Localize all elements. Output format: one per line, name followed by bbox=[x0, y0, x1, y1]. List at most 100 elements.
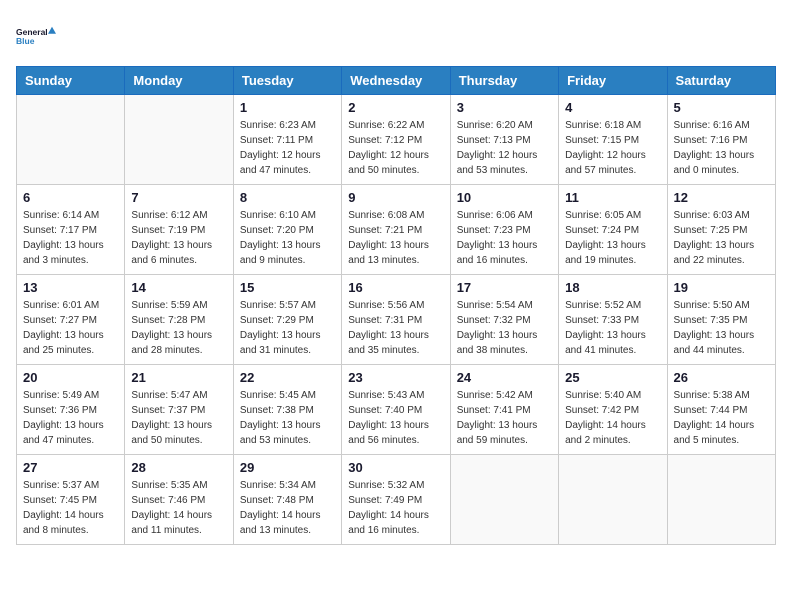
logo-svg: General Blue bbox=[16, 16, 56, 56]
day-number: 21 bbox=[131, 370, 226, 385]
weekday-header: Wednesday bbox=[342, 67, 450, 95]
day-info: Sunrise: 5:47 AMSunset: 7:37 PMDaylight:… bbox=[131, 390, 212, 446]
day-number: 11 bbox=[565, 190, 660, 205]
calendar-cell: 11 Sunrise: 6:05 AMSunset: 7:24 PMDaylig… bbox=[559, 185, 667, 275]
calendar-cell: 17 Sunrise: 5:54 AMSunset: 7:32 PMDaylig… bbox=[450, 275, 558, 365]
day-number: 17 bbox=[457, 280, 552, 295]
day-number: 30 bbox=[348, 460, 443, 475]
day-info: Sunrise: 6:03 AMSunset: 7:25 PMDaylight:… bbox=[674, 210, 755, 266]
day-info: Sunrise: 5:35 AMSunset: 7:46 PMDaylight:… bbox=[131, 480, 212, 536]
calendar-cell bbox=[125, 95, 233, 185]
calendar-cell: 4 Sunrise: 6:18 AMSunset: 7:15 PMDayligh… bbox=[559, 95, 667, 185]
day-number: 13 bbox=[23, 280, 118, 295]
weekday-header: Sunday bbox=[17, 67, 125, 95]
day-number: 22 bbox=[240, 370, 335, 385]
svg-text:Blue: Blue bbox=[16, 36, 35, 46]
calendar-cell: 19 Sunrise: 5:50 AMSunset: 7:35 PMDaylig… bbox=[667, 275, 775, 365]
day-number: 18 bbox=[565, 280, 660, 295]
day-number: 14 bbox=[131, 280, 226, 295]
calendar-cell: 5 Sunrise: 6:16 AMSunset: 7:16 PMDayligh… bbox=[667, 95, 775, 185]
day-info: Sunrise: 5:38 AMSunset: 7:44 PMDaylight:… bbox=[674, 390, 755, 446]
day-number: 19 bbox=[674, 280, 769, 295]
calendar-cell: 3 Sunrise: 6:20 AMSunset: 7:13 PMDayligh… bbox=[450, 95, 558, 185]
day-number: 3 bbox=[457, 100, 552, 115]
day-info: Sunrise: 5:56 AMSunset: 7:31 PMDaylight:… bbox=[348, 300, 429, 356]
calendar-cell: 24 Sunrise: 5:42 AMSunset: 7:41 PMDaylig… bbox=[450, 365, 558, 455]
day-info: Sunrise: 5:37 AMSunset: 7:45 PMDaylight:… bbox=[23, 480, 104, 536]
day-number: 1 bbox=[240, 100, 335, 115]
day-info: Sunrise: 5:52 AMSunset: 7:33 PMDaylight:… bbox=[565, 300, 646, 356]
day-number: 4 bbox=[565, 100, 660, 115]
day-number: 8 bbox=[240, 190, 335, 205]
calendar-cell: 21 Sunrise: 5:47 AMSunset: 7:37 PMDaylig… bbox=[125, 365, 233, 455]
day-number: 12 bbox=[674, 190, 769, 205]
day-info: Sunrise: 6:23 AMSunset: 7:11 PMDaylight:… bbox=[240, 120, 321, 176]
calendar-week-row: 6 Sunrise: 6:14 AMSunset: 7:17 PMDayligh… bbox=[17, 185, 776, 275]
calendar-cell: 29 Sunrise: 5:34 AMSunset: 7:48 PMDaylig… bbox=[233, 455, 341, 545]
calendar-cell: 9 Sunrise: 6:08 AMSunset: 7:21 PMDayligh… bbox=[342, 185, 450, 275]
calendar-cell: 12 Sunrise: 6:03 AMSunset: 7:25 PMDaylig… bbox=[667, 185, 775, 275]
weekday-header: Thursday bbox=[450, 67, 558, 95]
day-number: 5 bbox=[674, 100, 769, 115]
day-info: Sunrise: 6:20 AMSunset: 7:13 PMDaylight:… bbox=[457, 120, 538, 176]
calendar-cell: 14 Sunrise: 5:59 AMSunset: 7:28 PMDaylig… bbox=[125, 275, 233, 365]
calendar-cell: 10 Sunrise: 6:06 AMSunset: 7:23 PMDaylig… bbox=[450, 185, 558, 275]
calendar-cell: 27 Sunrise: 5:37 AMSunset: 7:45 PMDaylig… bbox=[17, 455, 125, 545]
calendar-cell: 22 Sunrise: 5:45 AMSunset: 7:38 PMDaylig… bbox=[233, 365, 341, 455]
day-info: Sunrise: 5:32 AMSunset: 7:49 PMDaylight:… bbox=[348, 480, 429, 536]
calendar-cell: 30 Sunrise: 5:32 AMSunset: 7:49 PMDaylig… bbox=[342, 455, 450, 545]
day-info: Sunrise: 5:50 AMSunset: 7:35 PMDaylight:… bbox=[674, 300, 755, 356]
calendar-cell bbox=[17, 95, 125, 185]
day-info: Sunrise: 6:06 AMSunset: 7:23 PMDaylight:… bbox=[457, 210, 538, 266]
day-number: 20 bbox=[23, 370, 118, 385]
logo: General Blue bbox=[16, 16, 56, 56]
svg-text:General: General bbox=[16, 27, 48, 37]
day-number: 9 bbox=[348, 190, 443, 205]
weekday-header-row: SundayMondayTuesdayWednesdayThursdayFrid… bbox=[17, 67, 776, 95]
calendar-cell bbox=[667, 455, 775, 545]
day-info: Sunrise: 5:42 AMSunset: 7:41 PMDaylight:… bbox=[457, 390, 538, 446]
day-info: Sunrise: 5:54 AMSunset: 7:32 PMDaylight:… bbox=[457, 300, 538, 356]
day-number: 2 bbox=[348, 100, 443, 115]
day-number: 16 bbox=[348, 280, 443, 295]
day-number: 27 bbox=[23, 460, 118, 475]
day-info: Sunrise: 5:59 AMSunset: 7:28 PMDaylight:… bbox=[131, 300, 212, 356]
calendar-week-row: 13 Sunrise: 6:01 AMSunset: 7:27 PMDaylig… bbox=[17, 275, 776, 365]
weekday-header: Tuesday bbox=[233, 67, 341, 95]
day-info: Sunrise: 5:49 AMSunset: 7:36 PMDaylight:… bbox=[23, 390, 104, 446]
calendar-week-row: 1 Sunrise: 6:23 AMSunset: 7:11 PMDayligh… bbox=[17, 95, 776, 185]
calendar-cell: 25 Sunrise: 5:40 AMSunset: 7:42 PMDaylig… bbox=[559, 365, 667, 455]
calendar-cell: 18 Sunrise: 5:52 AMSunset: 7:33 PMDaylig… bbox=[559, 275, 667, 365]
day-number: 6 bbox=[23, 190, 118, 205]
calendar-cell: 23 Sunrise: 5:43 AMSunset: 7:40 PMDaylig… bbox=[342, 365, 450, 455]
calendar-cell bbox=[450, 455, 558, 545]
day-info: Sunrise: 6:01 AMSunset: 7:27 PMDaylight:… bbox=[23, 300, 104, 356]
day-info: Sunrise: 5:40 AMSunset: 7:42 PMDaylight:… bbox=[565, 390, 646, 446]
calendar-cell: 16 Sunrise: 5:56 AMSunset: 7:31 PMDaylig… bbox=[342, 275, 450, 365]
calendar-cell: 26 Sunrise: 5:38 AMSunset: 7:44 PMDaylig… bbox=[667, 365, 775, 455]
weekday-header: Monday bbox=[125, 67, 233, 95]
header: General Blue bbox=[16, 16, 776, 56]
day-info: Sunrise: 6:10 AMSunset: 7:20 PMDaylight:… bbox=[240, 210, 321, 266]
weekday-header: Saturday bbox=[667, 67, 775, 95]
calendar-cell: 8 Sunrise: 6:10 AMSunset: 7:20 PMDayligh… bbox=[233, 185, 341, 275]
calendar-cell bbox=[559, 455, 667, 545]
calendar-cell: 6 Sunrise: 6:14 AMSunset: 7:17 PMDayligh… bbox=[17, 185, 125, 275]
day-info: Sunrise: 6:12 AMSunset: 7:19 PMDaylight:… bbox=[131, 210, 212, 266]
calendar-cell: 20 Sunrise: 5:49 AMSunset: 7:36 PMDaylig… bbox=[17, 365, 125, 455]
day-number: 28 bbox=[131, 460, 226, 475]
calendar-cell: 13 Sunrise: 6:01 AMSunset: 7:27 PMDaylig… bbox=[17, 275, 125, 365]
day-info: Sunrise: 6:08 AMSunset: 7:21 PMDaylight:… bbox=[348, 210, 429, 266]
day-info: Sunrise: 5:45 AMSunset: 7:38 PMDaylight:… bbox=[240, 390, 321, 446]
calendar-cell: 15 Sunrise: 5:57 AMSunset: 7:29 PMDaylig… bbox=[233, 275, 341, 365]
weekday-header: Friday bbox=[559, 67, 667, 95]
day-number: 15 bbox=[240, 280, 335, 295]
day-info: Sunrise: 6:16 AMSunset: 7:16 PMDaylight:… bbox=[674, 120, 755, 176]
day-info: Sunrise: 6:22 AMSunset: 7:12 PMDaylight:… bbox=[348, 120, 429, 176]
day-number: 24 bbox=[457, 370, 552, 385]
day-info: Sunrise: 5:57 AMSunset: 7:29 PMDaylight:… bbox=[240, 300, 321, 356]
calendar-cell: 2 Sunrise: 6:22 AMSunset: 7:12 PMDayligh… bbox=[342, 95, 450, 185]
day-number: 25 bbox=[565, 370, 660, 385]
calendar-cell: 28 Sunrise: 5:35 AMSunset: 7:46 PMDaylig… bbox=[125, 455, 233, 545]
calendar-week-row: 20 Sunrise: 5:49 AMSunset: 7:36 PMDaylig… bbox=[17, 365, 776, 455]
